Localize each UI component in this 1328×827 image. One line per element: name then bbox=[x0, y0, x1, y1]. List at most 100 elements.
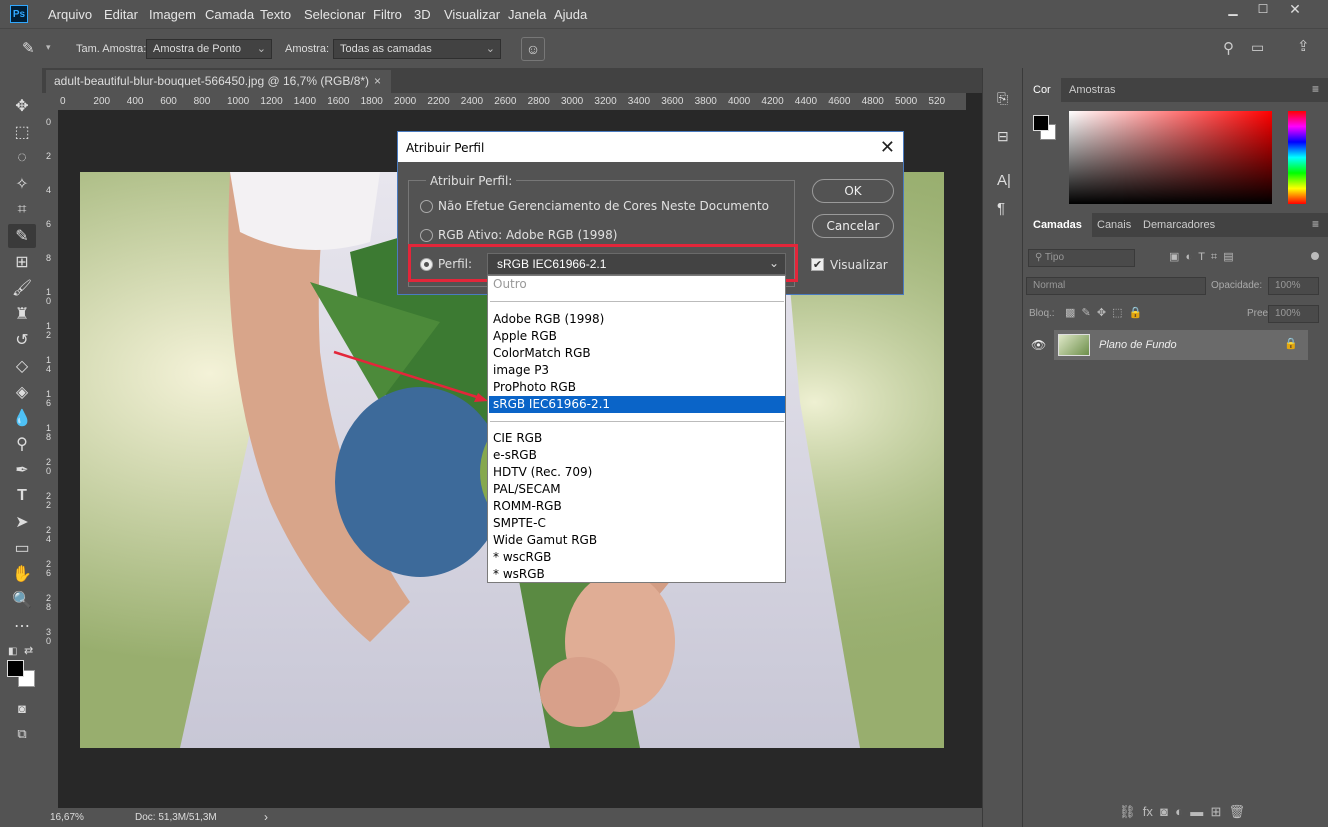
character-icon[interactable]: A| bbox=[997, 172, 1011, 189]
paint-bucket-tool-icon[interactable]: ◈ bbox=[8, 380, 36, 404]
tab-demarcadores[interactable]: Demarcadores bbox=[1143, 213, 1215, 237]
option-wide-gamut-rgb[interactable]: Wide Gamut RGB bbox=[489, 532, 785, 549]
lock-icons[interactable]: ▩ ✎ ✥ ⬚ 🔒 bbox=[1065, 306, 1142, 319]
option-hdtv[interactable]: HDTV (Rec. 709) bbox=[489, 464, 785, 481]
sample-select[interactable]: Todas as camadas ⌄ bbox=[333, 39, 501, 59]
share-icon[interactable]: ⇪ bbox=[1297, 37, 1310, 55]
radio-no-color-management[interactable] bbox=[420, 200, 433, 213]
blur-tool-icon[interactable]: 💧 bbox=[8, 406, 36, 430]
chevron-down-icon[interactable]: ▾ bbox=[46, 42, 51, 53]
hand-tool-icon[interactable]: ✋ bbox=[8, 562, 36, 586]
zoom-level[interactable]: 16,67% bbox=[50, 812, 84, 823]
option-wscrgb[interactable]: * wscRGB bbox=[489, 549, 785, 566]
crop-tool-icon[interactable]: ⌗ bbox=[8, 198, 36, 222]
document-tab[interactable]: adult-beautiful-blur-bouquet-566450.jpg … bbox=[46, 70, 391, 93]
rectangle-tool-icon[interactable]: ▭ bbox=[8, 536, 36, 560]
close-icon[interactable]: ✕ bbox=[880, 137, 895, 158]
marquee-tool-icon[interactable]: ⬚ bbox=[8, 120, 36, 144]
visibility-eye-icon[interactable]: 👁 bbox=[1031, 338, 1046, 352]
menu-visualizar[interactable]: Visualizar bbox=[444, 7, 500, 22]
color-field[interactable] bbox=[1069, 111, 1272, 204]
option-smpte-c[interactable]: SMPTE-C bbox=[489, 515, 785, 532]
healing-brush-tool-icon[interactable]: ⊞ bbox=[8, 250, 36, 274]
preview-checkbox[interactable]: ✔ bbox=[811, 258, 824, 271]
layer-row[interactable]: Plano de Fundo 🔒 bbox=[1054, 330, 1308, 360]
option-prophoto-rgb[interactable]: ProPhoto RGB bbox=[489, 379, 785, 396]
eraser-tool-icon[interactable]: ◇ bbox=[8, 354, 36, 378]
menu-texto[interactable]: Texto bbox=[260, 7, 291, 22]
panel-menu-icon[interactable]: ≡ bbox=[1312, 82, 1319, 96]
clone-stamp-tool-icon[interactable]: ♜ bbox=[8, 302, 36, 326]
dodge-tool-icon[interactable]: ⚲ bbox=[8, 432, 36, 456]
menu-selecionar[interactable]: Selecionar bbox=[304, 7, 365, 22]
color-fg-swatch[interactable] bbox=[1033, 115, 1049, 131]
zoom-tool-icon[interactable]: 🔍 bbox=[8, 588, 36, 612]
eyedropper-tool-icon[interactable]: ✎ bbox=[8, 224, 36, 248]
menu-filtro[interactable]: Filtro bbox=[373, 7, 402, 22]
menu-ajuda[interactable]: Ajuda bbox=[554, 7, 587, 22]
brush-tool-icon[interactable]: 🖌 bbox=[8, 276, 36, 300]
tab-canais[interactable]: Canais bbox=[1097, 213, 1131, 237]
search-icon[interactable]: ⚲ bbox=[1223, 39, 1234, 57]
opacity-input[interactable]: 100% bbox=[1268, 277, 1319, 295]
tab-camadas[interactable]: Camadas bbox=[1023, 213, 1092, 237]
path-selection-tool-icon[interactable]: ➤ bbox=[8, 510, 36, 534]
option-adobe-rgb[interactable]: Adobe RGB (1998) bbox=[489, 311, 785, 328]
sample-size-select[interactable]: Amostra de Ponto ⌄ bbox=[146, 39, 272, 59]
lasso-tool-icon[interactable]: ◌ bbox=[8, 146, 36, 170]
tab-amostras[interactable]: Amostras bbox=[1069, 78, 1115, 102]
move-tool-icon[interactable]: ✥ bbox=[8, 94, 36, 118]
minimize-button[interactable]: ▁ bbox=[1218, 0, 1248, 18]
option-cie-rgb[interactable]: CIE RGB bbox=[489, 430, 785, 447]
workspace-icon[interactable]: ▭ bbox=[1251, 39, 1264, 56]
fill-input[interactable]: 100% bbox=[1268, 305, 1319, 323]
blend-mode-select[interactable]: Normal bbox=[1026, 277, 1206, 295]
option-romm-rgb[interactable]: ROMM-RGB bbox=[489, 498, 785, 515]
filter-toggle-icon[interactable] bbox=[1311, 252, 1319, 260]
history-brush-tool-icon[interactable]: ↺ bbox=[8, 328, 36, 352]
menu-arquivo[interactable]: Arquivo bbox=[48, 7, 92, 22]
menu-janela[interactable]: Janela bbox=[508, 7, 546, 22]
layer-name[interactable]: Plano de Fundo bbox=[1099, 339, 1177, 351]
paragraph-icon[interactable]: ¶ bbox=[997, 200, 1005, 217]
photoshop-logo[interactable]: Ps bbox=[10, 5, 28, 23]
option-srgb[interactable]: sRGB IEC61966-2.1 bbox=[489, 396, 785, 413]
radio-working-rgb[interactable] bbox=[420, 229, 433, 242]
swap-colors-icon[interactable]: ⇄ bbox=[24, 644, 33, 657]
option-pal-secam[interactable]: PAL/SECAM bbox=[489, 481, 785, 498]
properties-icon[interactable]: ⊟ bbox=[997, 128, 1009, 145]
cancel-button[interactable]: Cancelar bbox=[812, 214, 894, 238]
tab-cor[interactable]: Cor bbox=[1023, 78, 1061, 102]
type-tool-icon[interactable]: T bbox=[8, 484, 36, 508]
option-no-color-management[interactable]: Não Efetue Gerenciamento de Cores Neste … bbox=[438, 199, 769, 213]
close-tab-icon[interactable]: × bbox=[374, 74, 381, 88]
screen-mode-icon[interactable]: ⧉ bbox=[8, 722, 36, 746]
panel-menu-icon[interactable]: ≡ bbox=[1312, 217, 1319, 231]
menu-3d[interactable]: 3D bbox=[414, 7, 431, 22]
maximize-button[interactable]: ☐ bbox=[1248, 0, 1278, 18]
eyedropper-tool-preset-icon[interactable]: ✎ bbox=[22, 39, 35, 57]
sampling-ring-icon[interactable]: ☺ bbox=[521, 37, 545, 61]
history-icon[interactable]: ⎘ bbox=[997, 90, 1008, 107]
foreground-color-swatch[interactable] bbox=[7, 660, 24, 677]
hue-slider[interactable] bbox=[1288, 111, 1306, 204]
option-working-rgb[interactable]: RGB Ativo: Adobe RGB (1998) bbox=[438, 228, 617, 242]
more-tools-icon[interactable]: ⋯ bbox=[8, 614, 36, 638]
option-e-srgb[interactable]: e-sRGB bbox=[489, 447, 785, 464]
menu-editar[interactable]: Editar bbox=[104, 7, 138, 22]
layer-bottom-icons[interactable]: ⛓ fx ◙ ◐ ▬ ⊞ 🗑 bbox=[1119, 804, 1245, 820]
layer-filter-select[interactable]: ⚲ Tipo bbox=[1028, 249, 1135, 267]
layer-filter-icons[interactable]: ▣ ◐ T ⌗ ▤ bbox=[1169, 250, 1234, 264]
option-wsrgb[interactable]: * wsRGB bbox=[489, 566, 785, 583]
quick-mask-icon[interactable]: ◙ bbox=[8, 696, 36, 720]
magic-wand-tool-icon[interactable]: ✧ bbox=[8, 172, 36, 196]
option-image-p3[interactable]: image P3 bbox=[489, 362, 785, 379]
menu-camada[interactable]: Camada bbox=[205, 7, 254, 22]
ok-button[interactable]: OK bbox=[812, 179, 894, 203]
default-colors-icon[interactable]: ◧ bbox=[8, 646, 17, 657]
option-apple-rgb[interactable]: Apple RGB bbox=[489, 328, 785, 345]
option-colormatch-rgb[interactable]: ColorMatch RGB bbox=[489, 345, 785, 362]
close-window-button[interactable]: ✕ bbox=[1280, 0, 1310, 18]
menu-imagem[interactable]: Imagem bbox=[149, 7, 196, 22]
pen-tool-icon[interactable]: ✒ bbox=[8, 458, 36, 482]
